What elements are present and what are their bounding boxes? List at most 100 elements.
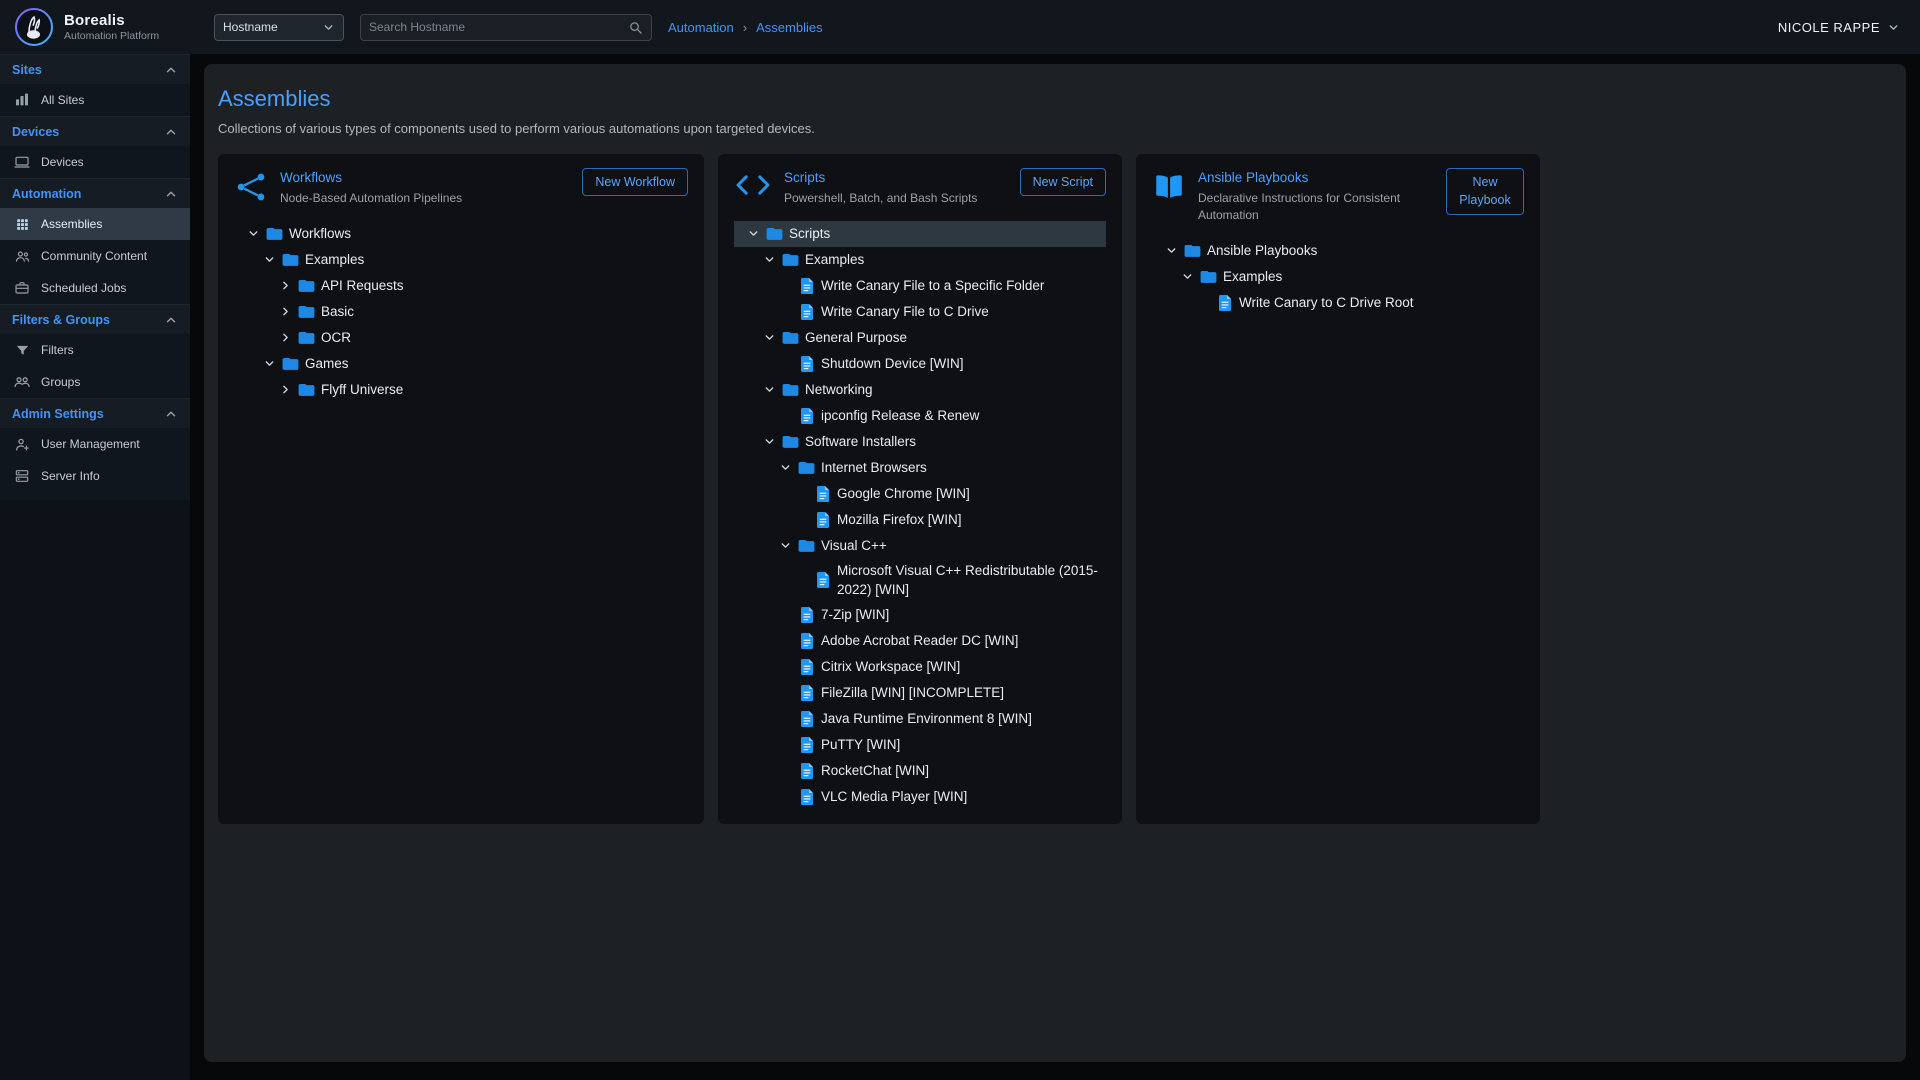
folder-icon [294,302,319,321]
sidebar-item-label: Devices [41,155,84,169]
chevron-right-icon[interactable] [276,279,294,292]
tree-folder-basic[interactable]: Basic [234,299,688,325]
file-icon [810,571,835,589]
tree-label: Scripts [789,224,830,244]
sidebar-item-all-sites[interactable]: All Sites [0,84,190,116]
sidebar-item-label: Community Content [41,249,147,263]
code-icon [734,170,772,200]
tree-folder-ansible-playbooks[interactable]: Ansible Playbooks [1152,238,1524,264]
sidebar-item-assemblies[interactable]: Assemblies [0,208,190,240]
chevron-right-icon[interactable] [276,383,294,396]
chevron-down-icon[interactable] [1162,244,1180,257]
breadcrumb-link-automation[interactable]: Automation [668,20,734,35]
chevron-down-icon [322,21,335,34]
sidebar-section-admin-settings[interactable]: Admin Settings [0,398,190,428]
tree-folder-visual-c[interactable]: Visual C++ [734,533,1106,559]
file-icon [794,606,819,624]
chevron-down-icon[interactable] [1178,270,1196,283]
sidebar-section-automation[interactable]: Automation [0,178,190,208]
tree-file-putty-win[interactable]: PuTTY [WIN] [734,732,1106,758]
chevron-down-icon[interactable] [760,331,778,344]
chevron-down-icon[interactable] [760,383,778,396]
chevron-up-icon [164,313,178,327]
tree-file-7-zip-win[interactable]: 7-Zip [WIN] [734,602,1106,628]
tree-file-shutdown-device-win[interactable]: Shutdown Device [WIN] [734,351,1106,377]
chevron-down-icon[interactable] [776,461,794,474]
tree-label: ipconfig Release & Renew [821,406,979,426]
chevron-down-icon[interactable] [760,435,778,448]
tree-file-citrix-workspace-win[interactable]: Citrix Workspace [WIN] [734,654,1106,680]
card-titles: Ansible PlaybooksDeclarative Instruction… [1198,168,1434,224]
tree-folder-software-installers[interactable]: Software Installers [734,429,1106,455]
tree-file-write-canary-to-c-drive-root[interactable]: Write Canary to C Drive Root [1152,290,1524,316]
tree-folder-internet-browsers[interactable]: Internet Browsers [734,455,1106,481]
chevron-up-icon [164,125,178,139]
tree-file-microsoft-visual-c-redistributable-2015-2022-win[interactable]: Microsoft Visual C++ Redistributable (20… [734,559,1106,602]
new-playbook-button[interactable]: New Playbook [1446,168,1524,215]
sidebar-section-label: Admin Settings [12,407,104,421]
new-script-button[interactable]: New Script [1020,168,1106,196]
tree-file-vlc-media-player-win[interactable]: VLC Media Player [WIN] [734,784,1106,810]
sidebar-item-filters[interactable]: Filters [0,334,190,366]
tree-file-mozilla-firefox-win[interactable]: Mozilla Firefox [WIN] [734,507,1106,533]
tree-folder-networking[interactable]: Networking [734,377,1106,403]
tree-scripts: Scripts Examples Write Canary File to a Sp… [734,221,1106,810]
tree-label: 7-Zip [WIN] [821,605,889,625]
sidebar-item-user-management[interactable]: User Management [0,428,190,460]
sidebar-section-label: Devices [12,125,59,139]
chevron-up-icon [164,407,178,421]
sidebar-item-server-info[interactable]: Server Info [0,460,190,492]
tree-folder-general-purpose[interactable]: General Purpose [734,325,1106,351]
user-menu[interactable]: NICOLE RAPPE [1778,20,1900,35]
chevron-right-icon[interactable] [276,331,294,344]
tree-folder-games[interactable]: Games [234,351,688,377]
new-workflow-button[interactable]: New Workflow [582,168,688,196]
tree-file-adobe-acrobat-reader-dc-win[interactable]: Adobe Acrobat Reader DC [WIN] [734,628,1106,654]
brand: Borealis Automation Platform [0,7,190,47]
card-header: Ansible PlaybooksDeclarative Instruction… [1152,168,1524,224]
folder-icon [794,458,819,477]
chevron-down-icon[interactable] [776,539,794,552]
card-workflows: WorkflowsNode-Based Automation Pipelines… [218,154,704,824]
tree-folder-ocr[interactable]: OCR [234,325,688,351]
hostname-dropdown[interactable]: Hostname [214,14,344,41]
chevron-down-icon[interactable] [760,253,778,266]
tree-label: Java Runtime Environment 8 [WIN] [821,709,1032,729]
tree-folder-api-requests[interactable]: API Requests [234,273,688,299]
tree-folder-workflows[interactable]: Workflows [234,221,688,247]
chevron-down-icon[interactable] [260,253,278,266]
tree-file-java-runtime-environment-8-win[interactable]: Java Runtime Environment 8 [WIN] [734,706,1106,732]
chevron-down-icon[interactable] [244,227,262,240]
tree-folder-flyff-universe[interactable]: Flyff Universe [234,377,688,403]
tree-label: Write Canary File to a Specific Folder [821,276,1044,296]
sidebar-section-filters-groups[interactable]: Filters & Groups [0,304,190,334]
tree-folder-examples[interactable]: Examples [734,247,1106,273]
sidebar-section-sites[interactable]: Sites [0,54,190,84]
borealis-rabbit-logo-icon [14,7,54,47]
breadcrumb-link-assemblies[interactable]: Assemblies [756,20,822,35]
chevron-down-icon[interactable] [744,227,762,240]
sidebar-item-devices[interactable]: Devices [0,146,190,178]
tree-file-filezilla-win-incomplete[interactable]: FileZilla [WIN] [INCOMPLETE] [734,680,1106,706]
chevron-right-icon[interactable] [276,305,294,318]
tree-file-google-chrome-win[interactable]: Google Chrome [WIN] [734,481,1106,507]
chevron-down-icon[interactable] [260,357,278,370]
card-header: ScriptsPowershell, Batch, and Bash Scrip… [734,168,1106,207]
tree-file-write-canary-file-to-c-drive[interactable]: Write Canary File to C Drive [734,299,1106,325]
tree-file-write-canary-file-to-a-specific-folder[interactable]: Write Canary File to a Specific Folder [734,273,1106,299]
tree-folder-examples[interactable]: Examples [234,247,688,273]
folder-icon [278,354,303,373]
tree-folder-examples[interactable]: Examples [1152,264,1524,290]
sidebar-section-devices[interactable]: Devices [0,116,190,146]
search-hostname-input[interactable] [369,20,628,34]
sidebar-section-label: Filters & Groups [12,313,110,327]
sidebar-item-groups[interactable]: Groups [0,366,190,398]
file-icon [794,762,819,780]
tree-file-ipconfig-release-renew[interactable]: ipconfig Release & Renew [734,403,1106,429]
tree-file-rocketchat-win[interactable]: RocketChat [WIN] [734,758,1106,784]
sidebar-item-community-content[interactable]: Community Content [0,240,190,272]
sidebar-section-label: Automation [12,187,81,201]
sidebar-item-scheduled-jobs[interactable]: Scheduled Jobs [0,272,190,304]
file-icon [794,407,819,425]
tree-folder-scripts[interactable]: Scripts [734,221,1106,247]
